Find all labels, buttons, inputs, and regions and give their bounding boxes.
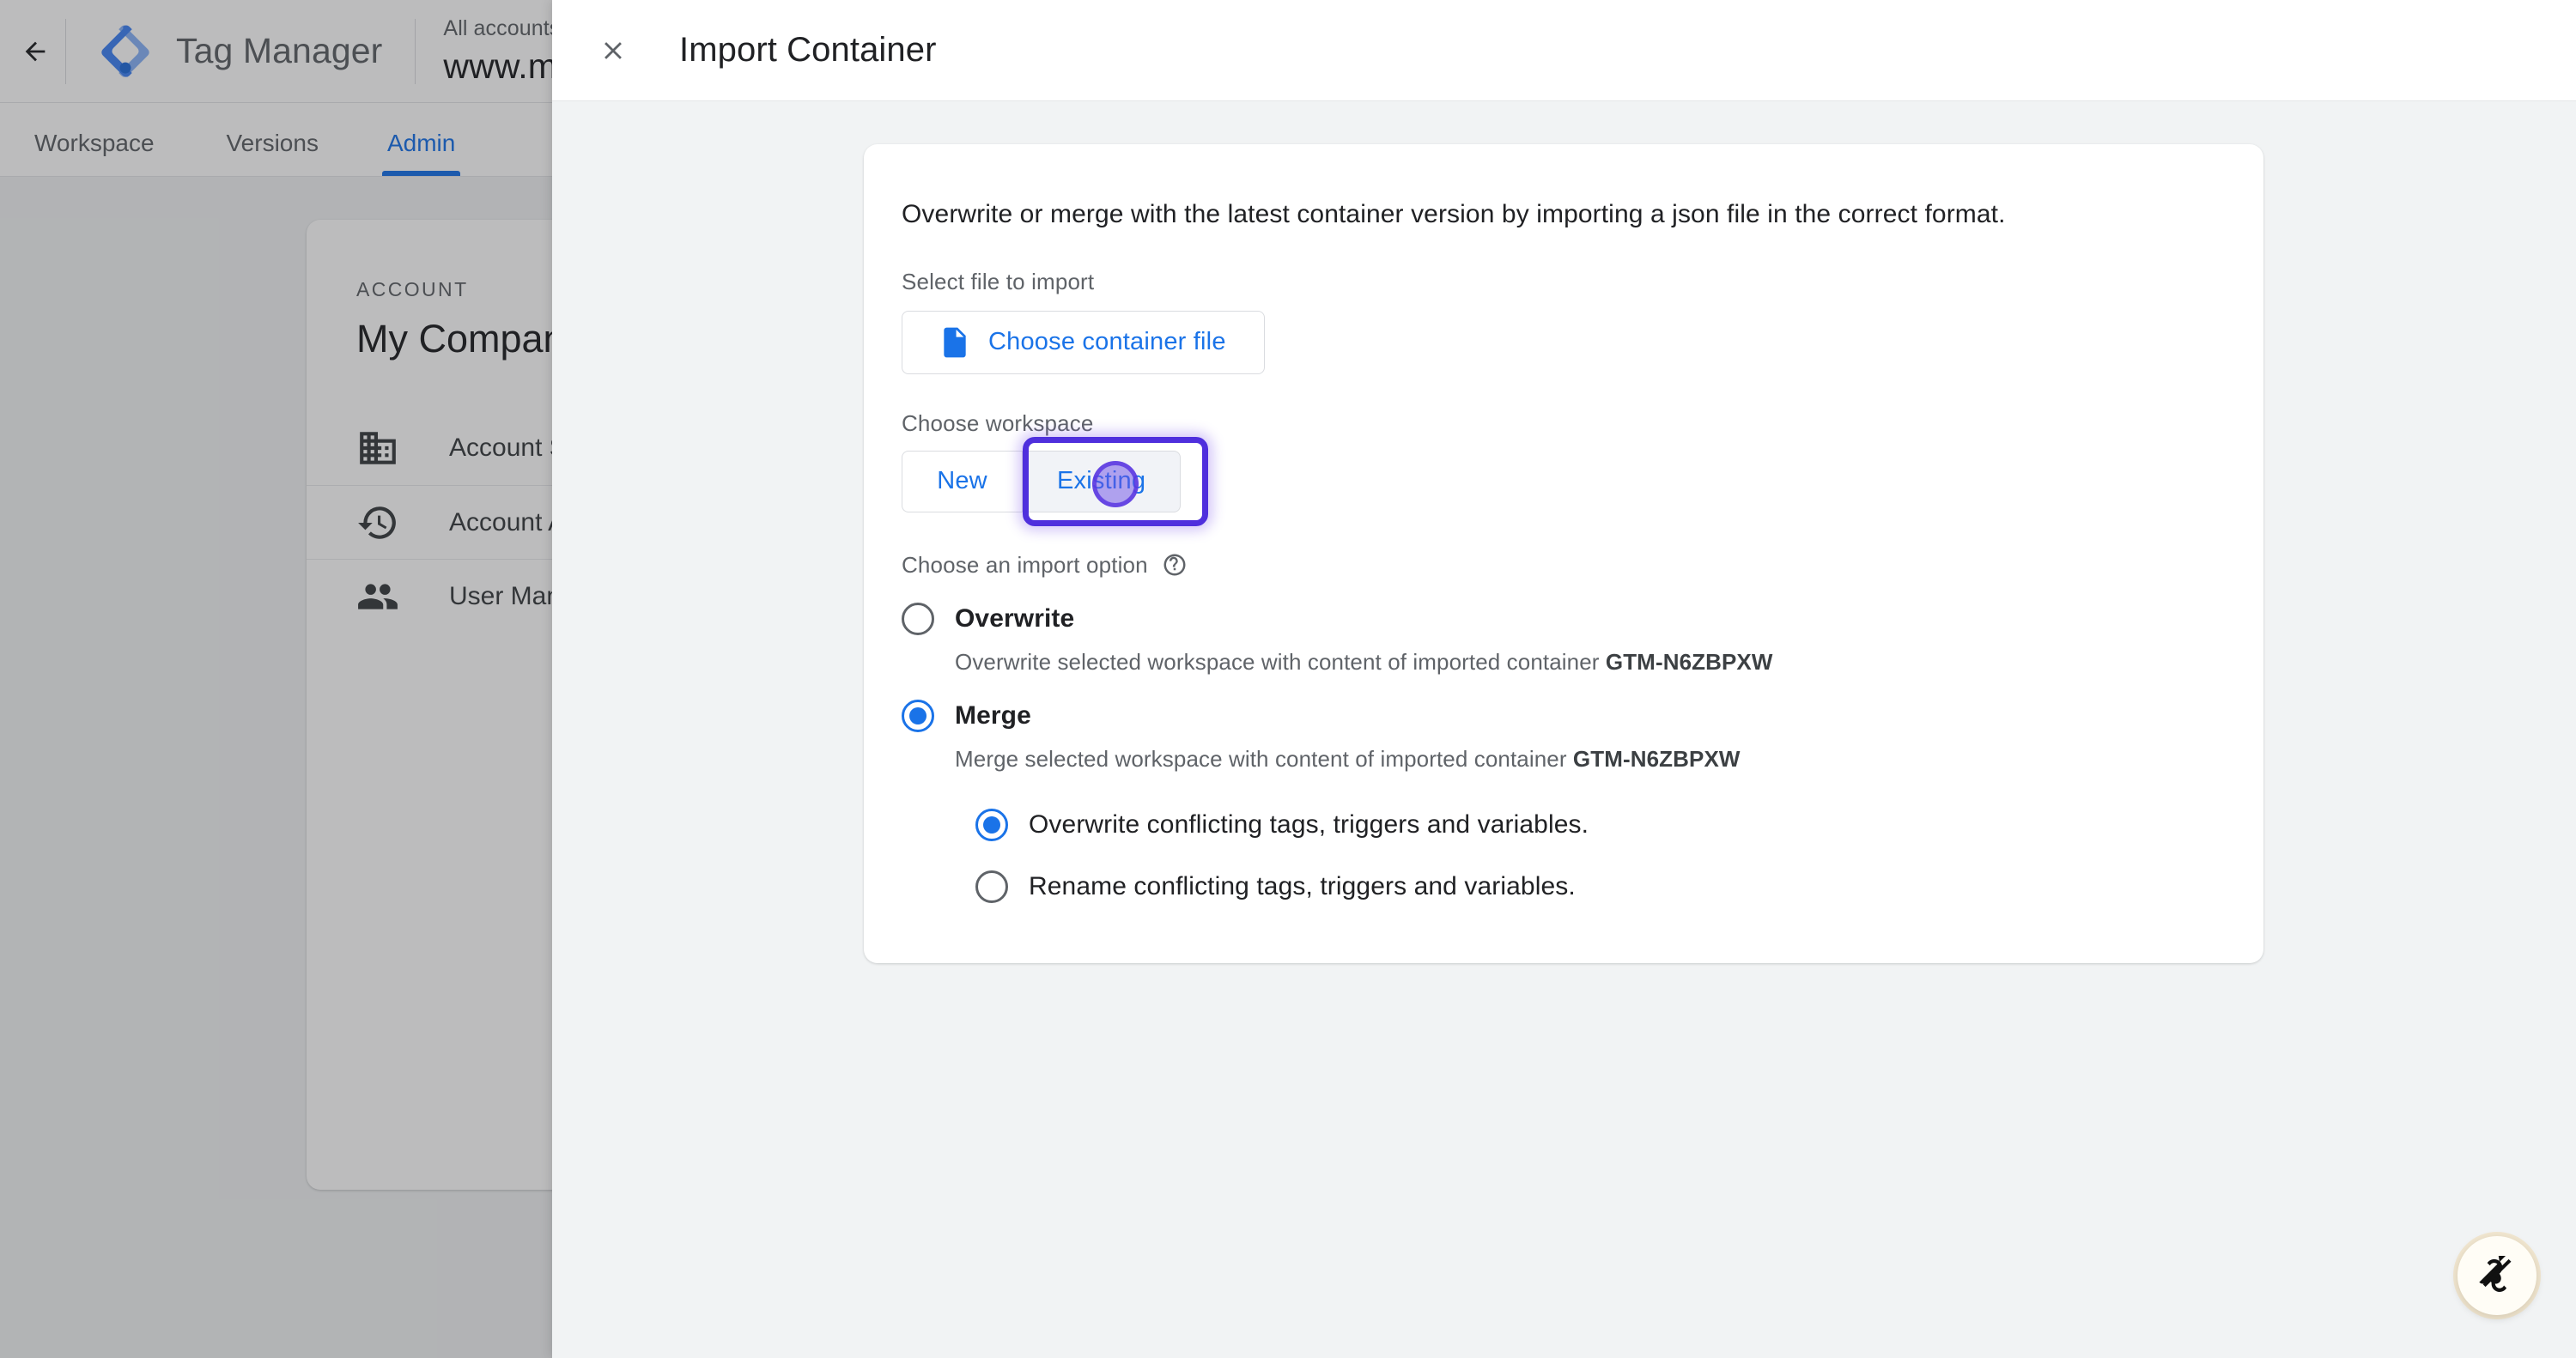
modal-title: Import Container xyxy=(679,31,937,70)
merge-description-text: Merge selected workspace with content of… xyxy=(955,746,1573,772)
merge-container-id: GTM-N6ZBPXW xyxy=(1573,746,1741,772)
merge-sub-option-overwrite-label: Overwrite conflicting tags, triggers and… xyxy=(1029,810,1589,840)
import-option-overwrite[interactable]: Overwrite xyxy=(902,603,2226,635)
import-container-modal: Import Container Overwrite or merge with… xyxy=(552,0,2576,1358)
screen-root: Tag Manager All accounts > My C www.myco… xyxy=(0,0,2576,1358)
import-option-merge[interactable]: Merge xyxy=(902,700,2226,732)
import-option-merge-description: Merge selected workspace with content of… xyxy=(955,746,2226,773)
import-option-overwrite-label: Overwrite xyxy=(955,604,1074,634)
radio-overwrite-conflicting[interactable] xyxy=(975,809,1008,841)
merge-sub-option-overwrite-conflicting[interactable]: Overwrite conflicting tags, triggers and… xyxy=(975,809,2226,841)
modal-header: Import Container xyxy=(552,0,2576,101)
assistant-icon xyxy=(2477,1256,2517,1295)
workspace-option-existing[interactable]: Existing xyxy=(1022,451,1181,512)
import-option-header: Choose an import option xyxy=(902,552,2226,579)
workspace-option-new[interactable]: New xyxy=(902,451,1022,512)
import-description: Overwrite or merge with the latest conta… xyxy=(902,197,2226,233)
merge-sub-option-rename-conflicting[interactable]: Rename conflicting tags, triggers and va… xyxy=(975,870,2226,903)
assistant-fab-button[interactable] xyxy=(2458,1236,2537,1315)
file-icon xyxy=(940,326,969,359)
choose-import-option-label: Choose an import option xyxy=(902,552,1148,579)
workspace-toggle-group: New Existing xyxy=(902,451,2226,512)
choose-workspace-label: Choose workspace xyxy=(902,410,2226,437)
close-icon[interactable] xyxy=(588,26,638,76)
merge-sub-options: Overwrite conflicting tags, triggers and… xyxy=(975,809,2226,903)
help-circle-icon[interactable] xyxy=(1162,552,1188,578)
modal-body: Overwrite or merge with the latest conta… xyxy=(552,101,2576,1358)
overwrite-description-text: Overwrite selected workspace with conten… xyxy=(955,649,1606,675)
import-panel: Overwrite or merge with the latest conta… xyxy=(864,144,2263,963)
import-option-merge-label: Merge xyxy=(955,701,1031,731)
choose-container-file-label: Choose container file xyxy=(988,328,1226,356)
overwrite-container-id: GTM-N6ZBPXW xyxy=(1606,649,1773,675)
choose-container-file-button[interactable]: Choose container file xyxy=(902,311,1265,374)
radio-overwrite[interactable] xyxy=(902,603,934,635)
select-file-label: Select file to import xyxy=(902,269,2226,295)
merge-sub-option-rename-label: Rename conflicting tags, triggers and va… xyxy=(1029,872,1576,901)
radio-merge[interactable] xyxy=(902,700,934,732)
radio-rename-conflicting[interactable] xyxy=(975,870,1008,903)
import-option-overwrite-description: Overwrite selected workspace with conten… xyxy=(955,649,2226,676)
